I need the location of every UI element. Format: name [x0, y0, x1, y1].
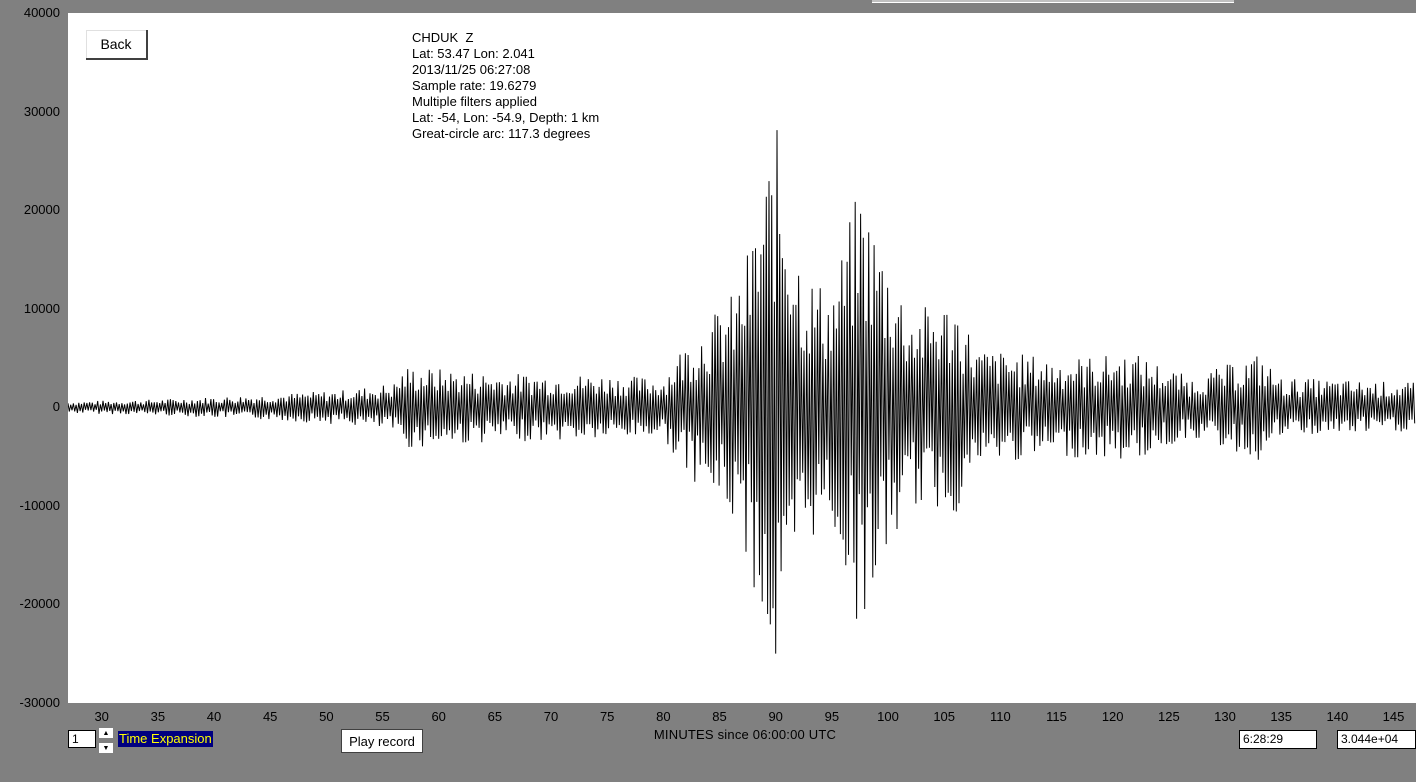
x-tick-label: 75 — [599, 709, 615, 724]
cursor-time-readout: 6:28:29 — [1239, 730, 1317, 749]
x-tick-label: 30 — [94, 709, 109, 724]
y-tick-label: 40000 — [23, 5, 60, 20]
x-tick-label: 50 — [319, 709, 334, 724]
x-tick-label: 120 — [1101, 709, 1124, 724]
x-tick-label: 95 — [824, 709, 840, 724]
x-tick-label: 45 — [262, 709, 278, 724]
x-tick-label: 70 — [543, 709, 559, 724]
x-tick-label: 35 — [150, 709, 166, 724]
x-tick-label: 140 — [1326, 709, 1349, 724]
time-expansion-input[interactable]: 1 — [68, 730, 96, 748]
play-record-button[interactable]: Play record — [341, 729, 423, 753]
x-tick-label: 90 — [768, 709, 783, 724]
x-tick-label: 100 — [877, 709, 899, 724]
spin-up-icon[interactable]: ▲ — [98, 727, 114, 739]
time-expansion-label: Time Expansion — [118, 731, 213, 747]
waveform-svg — [68, 130, 1416, 654]
back-button[interactable]: Back — [86, 30, 148, 60]
x-tick-label: 115 — [1046, 709, 1067, 724]
x-tick-label: 135 — [1270, 709, 1293, 724]
event-location: Lat: -54, Lon: -54.9, Depth: 1 km — [412, 110, 600, 125]
y-tick-label: 0 — [52, 399, 60, 415]
record-start-time: 2013/11/25 06:27:08 — [412, 62, 531, 77]
y-tick-label: -20000 — [19, 596, 60, 612]
station-code: CHDUK Z — [412, 30, 474, 45]
x-tick-label: 130 — [1214, 709, 1236, 724]
x-tick-label: 40 — [206, 709, 222, 724]
x-axis-label: MINUTES since 06:00:00 UTC — [653, 727, 837, 742]
station-info: CHDUK Z Lat: 53.47 Lon: 2.041 2013/11/25… — [412, 30, 599, 142]
x-tick-label: 80 — [656, 709, 671, 724]
x-tick-label: 110 — [989, 709, 1011, 724]
top-bar-strip — [872, 0, 1234, 3]
x-tick-label: 125 — [1158, 709, 1180, 724]
y-tick-label: 20000 — [23, 202, 60, 218]
x-tick-label: 85 — [712, 709, 727, 724]
x-tick-label: 105 — [933, 709, 956, 724]
waveform-trace — [68, 130, 1416, 654]
y-tick-label: -10000 — [19, 497, 60, 513]
sample-rate: Sample rate: 19.6279 — [412, 78, 537, 93]
x-tick-label: 65 — [487, 709, 503, 724]
x-tick-label: 145 — [1382, 709, 1405, 724]
station-location: Lat: 53.47 Lon: 2.041 — [412, 46, 535, 61]
y-tick-label: 30000 — [23, 103, 60, 119]
y-tick-label: -30000 — [19, 695, 60, 710]
x-tick-label: 60 — [431, 709, 446, 724]
seismogram-plot[interactable] — [68, 13, 1416, 703]
cursor-value-readout: 3.044e+04 — [1337, 730, 1416, 749]
y-tick-label: 10000 — [23, 300, 60, 316]
spin-down-icon[interactable]: ▼ — [98, 742, 114, 754]
x-tick-label: 55 — [375, 709, 390, 724]
filter-status: Multiple filters applied — [412, 94, 538, 109]
great-circle-arc: Great-circle arc: 117.3 degrees — [412, 126, 591, 141]
